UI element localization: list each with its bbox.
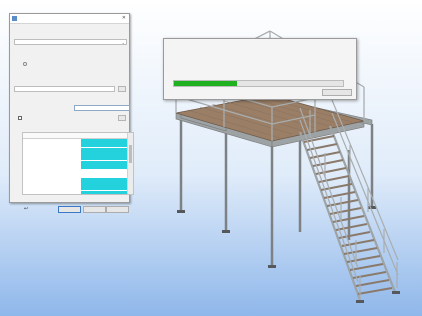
panel-title-bar: ✕ — [10, 14, 129, 24]
apply-button[interactable] — [106, 206, 129, 213]
section1-value — [17, 41, 77, 44]
panel-title — [19, 16, 99, 20]
name-label — [14, 106, 60, 112]
help-icon[interactable]: ↩ — [24, 206, 30, 212]
section2-sub-label — [14, 79, 74, 82]
progress-fill — [174, 81, 237, 86]
section1-dropdown[interactable]: ⌄ — [14, 39, 127, 45]
checkbox-row-button[interactable] — [118, 115, 126, 121]
grid-row[interactable] — [23, 190, 129, 194]
name-input[interactable] — [74, 105, 130, 111]
section1-label — [14, 33, 44, 36]
option-checkbox[interactable] — [18, 116, 22, 120]
progress-bar — [173, 80, 344, 87]
section3-label — [14, 99, 44, 102]
properties-panel: ✕ ⌄ ↩ — [9, 13, 134, 213]
grid-scroll-thumb[interactable] — [129, 145, 132, 163]
option-radio[interactable] — [23, 62, 27, 66]
option-label — [28, 62, 68, 65]
grid-col1-header — [26, 133, 66, 137]
section2-label — [14, 72, 44, 75]
close-icon[interactable]: ✕ — [122, 15, 126, 21]
chevron-down-icon: ⌄ — [121, 40, 125, 45]
cancel-button[interactable] — [83, 206, 106, 213]
progress-title — [172, 48, 262, 53]
ok-button[interactable] — [58, 206, 81, 213]
progress-status — [172, 69, 232, 73]
section2-field[interactable] — [14, 86, 115, 92]
grid-row-label — [31, 191, 77, 194]
grid-row-value[interactable] — [81, 190, 128, 194]
section2-edit-button[interactable] — [118, 86, 126, 92]
app-icon — [12, 16, 17, 21]
progress-dialog — [163, 38, 357, 100]
section2-value — [17, 88, 77, 91]
grid-col2-header — [81, 133, 121, 137]
grid-scrollbar[interactable] — [127, 133, 133, 194]
properties-grid — [22, 132, 134, 195]
checkbox-label — [24, 117, 69, 120]
progress-cancel-button[interactable] — [322, 89, 352, 96]
